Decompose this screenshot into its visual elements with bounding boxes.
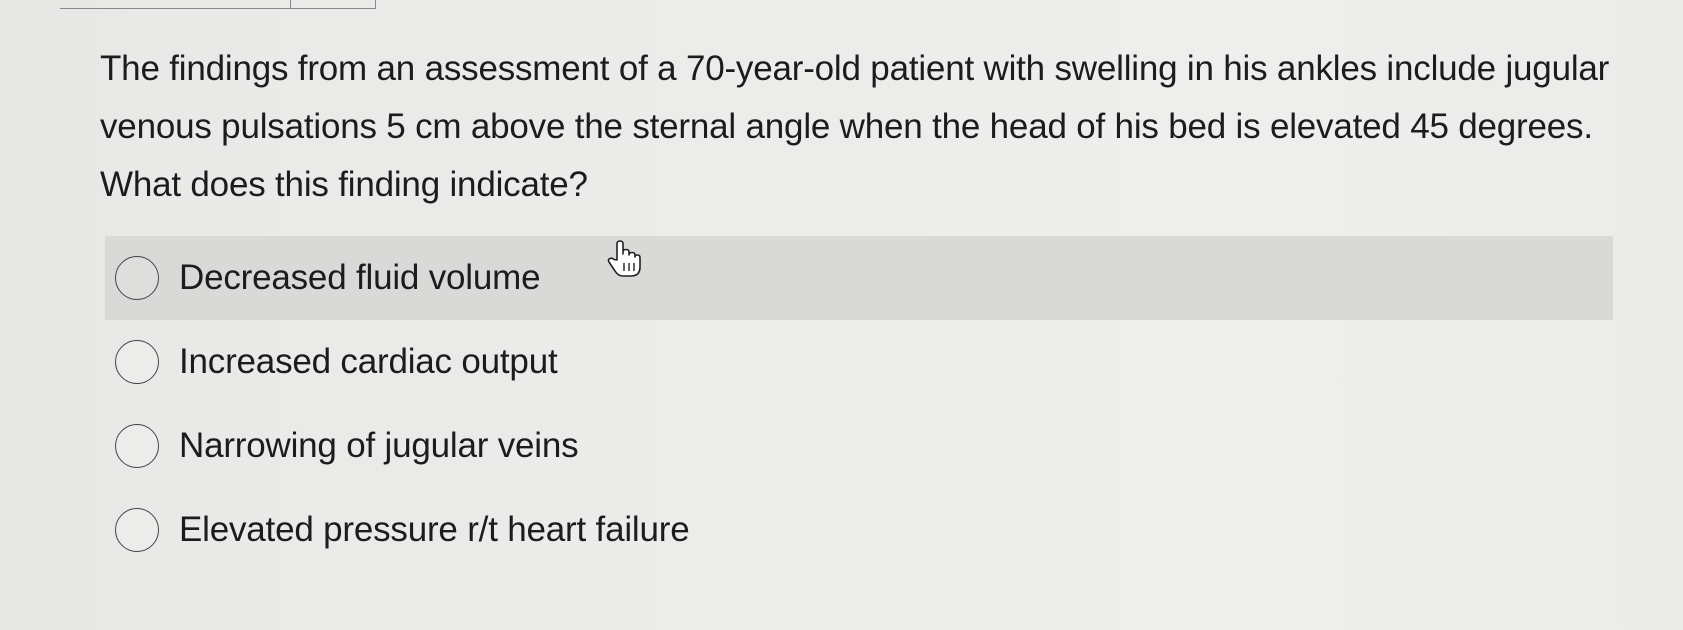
option-elevated-pressure-heart-failure[interactable]: Elevated pressure r/t heart failure [105, 488, 1613, 572]
radio-button[interactable] [115, 340, 159, 384]
top-border-fragment [290, 0, 376, 9]
top-border-fragment [60, 0, 291, 9]
option-label: Narrowing of jugular veins [179, 426, 579, 465]
option-label: Increased cardiac output [179, 342, 558, 381]
answer-options: Decreased fluid volume Increased cardiac… [105, 236, 1613, 572]
option-label: Elevated pressure r/t heart failure [179, 510, 690, 549]
hand-pointer-icon [607, 240, 641, 277]
option-increased-cardiac-output[interactable]: Increased cardiac output [105, 320, 1613, 404]
option-label: Decreased fluid volume [179, 258, 541, 297]
radio-button[interactable] [115, 424, 159, 468]
radio-button[interactable] [115, 508, 159, 552]
radio-button[interactable] [115, 256, 159, 300]
option-decreased-fluid-volume[interactable]: Decreased fluid volume [105, 236, 1613, 320]
option-narrowing-of-jugular-veins[interactable]: Narrowing of jugular veins [105, 404, 1613, 488]
question-text: The findings from an assessment of a 70-… [100, 49, 1610, 204]
